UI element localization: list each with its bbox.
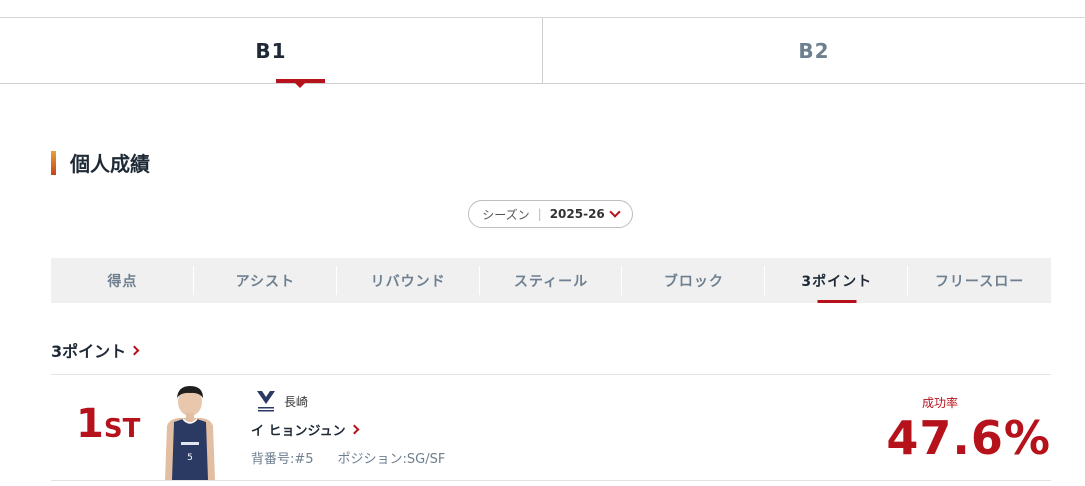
player-meta: 背番号:#5 ポジション:SG/SF (251, 448, 445, 467)
active-tab-caret-icon (295, 83, 305, 88)
tab-b2-label: B2 (798, 38, 830, 63)
tab-label: スティール (513, 273, 589, 290)
player-name-link[interactable]: イ ヒョンジュン (251, 420, 360, 439)
tab-blocks[interactable]: ブロック (622, 258, 766, 303)
tab-label: フリースロー (934, 273, 1025, 290)
season-select[interactable]: シーズン | 2025-26 (468, 200, 633, 228)
team-logo-icon (257, 391, 275, 412)
tab-b1[interactable]: B1 (0, 18, 542, 83)
team-info: 長崎 (256, 389, 308, 413)
player-position: ポジション:SG/SF (337, 452, 446, 467)
section-accent-bar (51, 150, 56, 175)
team-name: 長崎 (284, 394, 309, 409)
tab-steals[interactable]: スティール (480, 258, 623, 303)
tab-label: リバウンド (370, 273, 446, 290)
svg-text:5: 5 (187, 453, 193, 463)
tab-label: ブロック (663, 273, 724, 290)
tab-points[interactable]: 得点 (51, 258, 194, 303)
tab-three-points[interactable]: 3ポイント (765, 258, 909, 303)
season-select-divider: | (537, 207, 542, 221)
tab-free-throws[interactable]: フリースロー (908, 258, 1051, 303)
tab-label: アシスト (235, 273, 296, 290)
active-category-indicator (817, 300, 857, 303)
rank-badge: 1 ST (76, 404, 140, 444)
ranking-list-heading: 3ポイント (51, 342, 127, 361)
chevron-right-icon (129, 345, 140, 355)
season-select-value: 2025-26 (549, 207, 605, 221)
stat-label: 成功率 (922, 396, 959, 410)
league-tabs: B1 B2 (0, 18, 1085, 84)
tab-b2[interactable]: B2 (542, 18, 1085, 83)
ranking-list-link[interactable]: 3ポイント (51, 338, 140, 362)
rank-number: 1 (76, 401, 104, 447)
season-select-label: シーズン (482, 207, 530, 222)
stat-value: 47.6% (886, 411, 1051, 465)
page-title: 個人成績 (70, 152, 150, 176)
chevron-down-icon (609, 206, 621, 218)
player-photo: 5 (157, 382, 223, 480)
tab-b1-label: B1 (255, 38, 287, 63)
stat-category-tabs: 得点 アシスト リバウンド スティール ブロック 3ポイント フリースロー (51, 258, 1051, 303)
chevron-right-icon (349, 424, 360, 435)
row-divider (51, 480, 1051, 481)
tab-assists[interactable]: アシスト (194, 258, 337, 303)
tab-label: 得点 (107, 273, 138, 290)
jersey-number: 背番号:#5 (251, 452, 314, 467)
tab-rebounds[interactable]: リバウンド (337, 258, 480, 303)
row-divider (51, 374, 1051, 375)
player-name: イ ヒョンジュン (251, 424, 346, 439)
rank-suffix: ST (103, 414, 141, 444)
section-heading: 個人成績 (51, 148, 150, 177)
tab-label: 3ポイント (801, 273, 873, 290)
